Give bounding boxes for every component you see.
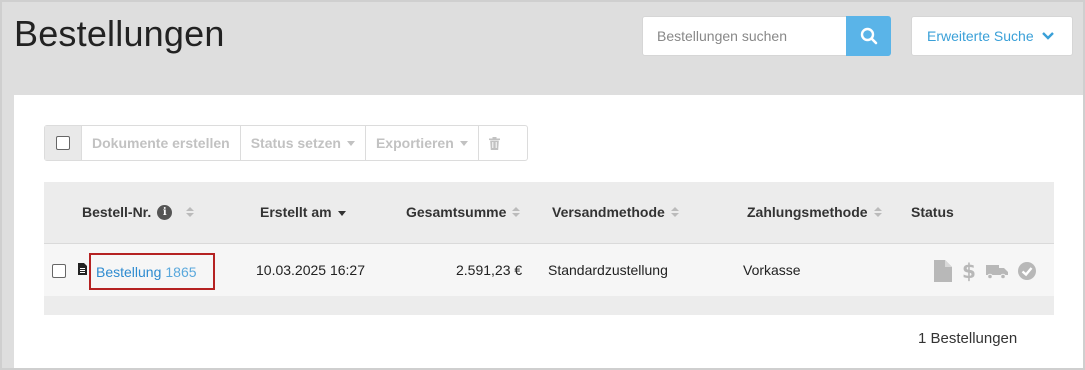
search-input[interactable]: Bestellungen suchen xyxy=(642,16,847,56)
caret-down-icon xyxy=(346,140,355,146)
export-label: Exportieren xyxy=(375,135,454,151)
order-link-label: Bestellung xyxy=(96,263,162,280)
sort-icon xyxy=(873,207,882,217)
trash-icon xyxy=(488,136,500,150)
sort-icon xyxy=(512,207,521,217)
create-documents-label: Dokumente erstellen xyxy=(92,135,230,151)
bulk-action-toolbar: Dokumente erstellen Status setzen Export… xyxy=(44,125,528,161)
advanced-search-label: Erweiterte Suche xyxy=(927,28,1034,44)
order-number: 1865 xyxy=(165,263,197,280)
shipping-method: Standardzustellung xyxy=(548,262,668,278)
sort-desc-icon xyxy=(337,211,346,216)
column-label: Zahlungsmethode xyxy=(747,204,868,220)
document-icon xyxy=(78,263,87,275)
info-icon[interactable]: i xyxy=(157,204,173,220)
column-header-total[interactable]: Gesamtsumme xyxy=(406,204,521,220)
sort-icon xyxy=(670,207,679,217)
check-circle-icon[interactable] xyxy=(1018,262,1036,280)
order-link[interactable]: Bestellung 1865 xyxy=(89,253,215,290)
select-all-checkbox[interactable] xyxy=(45,126,82,160)
order-total: 2.591,23 € xyxy=(456,262,523,278)
row-checkbox[interactable] xyxy=(52,264,66,278)
column-label: Erstellt am xyxy=(260,204,332,220)
advanced-search-button[interactable]: Erweiterte Suche xyxy=(911,16,1073,56)
table-footer-bar xyxy=(44,296,1054,315)
page-title: Bestellungen xyxy=(14,13,225,54)
truck-icon[interactable] xyxy=(986,263,1008,279)
set-status-label: Status setzen xyxy=(250,135,341,151)
column-header-status: Status xyxy=(911,204,954,220)
column-label: Gesamtsumme xyxy=(406,204,507,220)
document-icon[interactable] xyxy=(934,260,952,282)
column-label: Bestell-Nr. xyxy=(82,204,152,220)
chevron-down-icon xyxy=(1041,32,1054,40)
payment-method: Vorkasse xyxy=(743,262,801,278)
search-button[interactable] xyxy=(846,16,891,56)
order-count: 1 Bestellungen xyxy=(918,330,1018,347)
column-header-created[interactable]: Erstellt am xyxy=(260,204,346,220)
caret-down-icon xyxy=(459,140,468,146)
set-status-button[interactable]: Status setzen xyxy=(241,126,366,160)
column-label: Versandmethode xyxy=(552,204,665,220)
export-button[interactable]: Exportieren xyxy=(366,126,479,160)
dollar-icon[interactable]: $ xyxy=(962,260,976,282)
created-date: 10.03.2025 16:27 xyxy=(256,262,365,278)
table-header: Bestell-Nr. i Erstellt am Gesamtsumme Ve… xyxy=(44,182,1054,244)
delete-button[interactable] xyxy=(479,126,510,160)
column-header-order-no[interactable]: Bestell-Nr. i xyxy=(82,204,195,220)
column-label: Status xyxy=(911,204,954,220)
column-header-payment[interactable]: Zahlungsmethode xyxy=(747,204,882,220)
sort-icon xyxy=(186,207,195,217)
search-icon xyxy=(860,27,877,45)
status-icons: $ xyxy=(934,260,1036,282)
create-documents-button[interactable]: Dokumente erstellen xyxy=(82,126,241,160)
column-header-shipping[interactable]: Versandmethode xyxy=(552,204,679,220)
svg-text:$: $ xyxy=(962,260,976,282)
table-row: Bestellung 1865 10.03.2025 16:27 2.591,2… xyxy=(44,244,1054,296)
